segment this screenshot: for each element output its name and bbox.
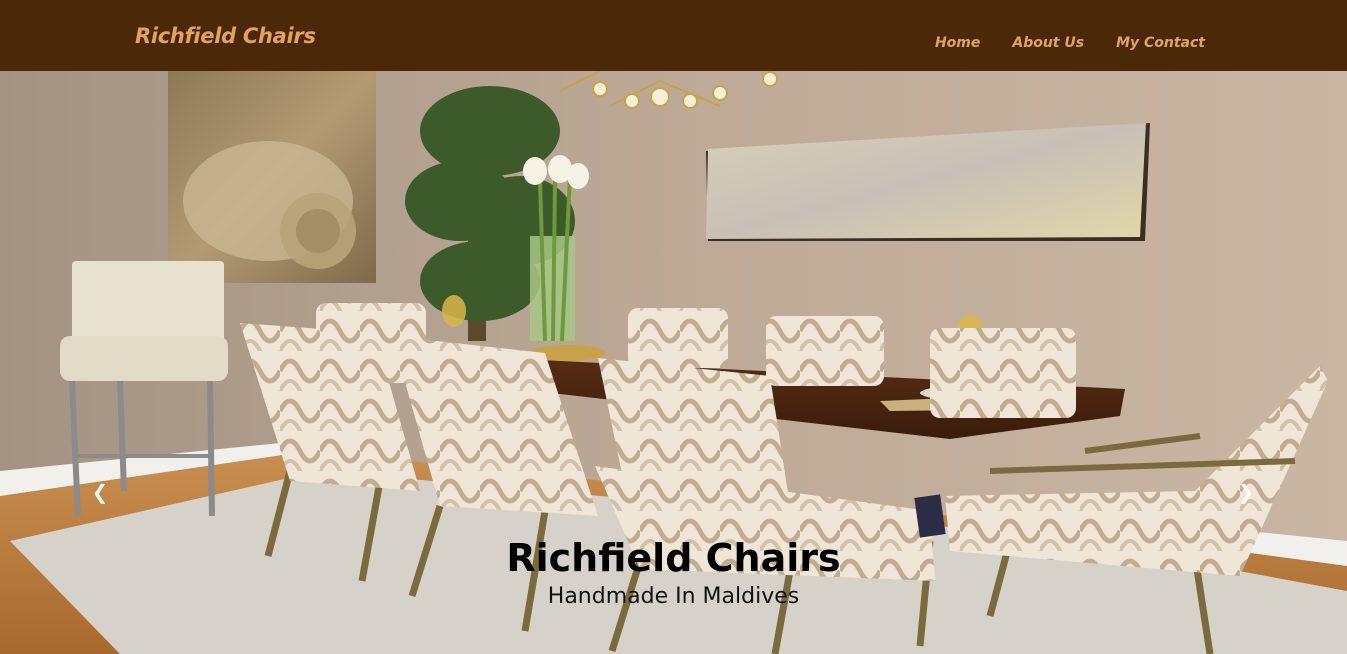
carousel-next-button[interactable]: ❯: [1234, 479, 1258, 505]
chevron-left-icon: ❮: [91, 480, 109, 504]
nav-home-link[interactable]: Home: [935, 35, 980, 51]
chevron-right-icon: ❯: [1237, 480, 1255, 504]
hero-carousel: ❮ ❯ Richfield Chairs Handmade In Maldive…: [0, 71, 1347, 654]
hero-caption: Richfield Chairs Handmade In Maldives: [0, 536, 1347, 610]
hero-subtitle: Handmade In Maldives: [547, 584, 800, 609]
brand-logo-link[interactable]: Richfield Chairs: [135, 24, 316, 48]
top-navbar: Richfield Chairs Home About Us My Contac…: [0, 0, 1347, 71]
hero-title: Richfield Chairs: [506, 536, 841, 580]
nav-about-link[interactable]: About Us: [1012, 35, 1084, 51]
main-nav: Home About Us My Contact: [935, 35, 1205, 51]
carousel-prev-button[interactable]: ❮: [88, 479, 112, 505]
nav-contact-link[interactable]: My Contact: [1116, 35, 1205, 51]
